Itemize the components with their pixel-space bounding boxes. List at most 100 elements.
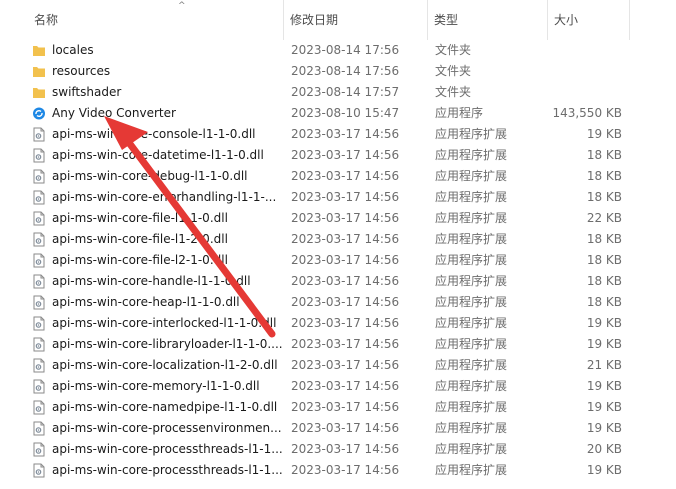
dll-icon — [32, 358, 46, 373]
file-row[interactable]: api-ms-win-core-processenvironmen... 2023… — [28, 418, 628, 439]
file-name: api-ms-win-core-memory-l1-1-0.dll — [52, 379, 260, 393]
file-size — [528, 82, 622, 103]
file-size: 19 KB — [586, 463, 622, 477]
file-modified-date: 2023-03-17 14:56 — [291, 190, 400, 204]
folder-icon — [32, 85, 46, 100]
file-row[interactable]: api-ms-win-core-debug-l1-1-0.dll 2023-03-… — [28, 166, 628, 187]
file-size: 18 KB — [586, 274, 622, 288]
column-header-type[interactable]: 类型 — [428, 0, 548, 40]
file-name: locales — [52, 43, 94, 57]
file-size: 22 KB — [586, 211, 622, 225]
file-name: api-ms-win-core-processthreads-l1-1... — [52, 442, 283, 456]
file-modified-date: 2023-03-17 14:56 — [291, 211, 400, 225]
file-modified-date: 2023-03-17 14:56 — [291, 358, 400, 372]
file-name: api-ms-win-core-handle-l1-1-0.dll — [52, 274, 251, 288]
file-row[interactable]: api-ms-win-core-processthreads-l1-1... 20… — [28, 460, 628, 481]
file-size: 19 KB — [586, 379, 622, 393]
file-row[interactable]: locales 2023-08-14 17:56 文件夹 — [28, 40, 628, 61]
file-size: 20 KB — [586, 442, 622, 456]
column-header-size-label: 大小 — [554, 13, 579, 27]
file-modified-date: 2023-08-10 15:47 — [291, 106, 400, 120]
file-modified-date: 2023-03-17 14:56 — [291, 127, 400, 141]
file-row[interactable]: api-ms-win-core-namedpipe-l1-1-0.dll 2023… — [28, 397, 628, 418]
file-size — [528, 40, 622, 61]
dll-icon — [32, 316, 46, 331]
file-name: api-ms-win-core-datetime-l1-1-0.dll — [52, 148, 264, 162]
file-modified-date: 2023-03-17 14:56 — [291, 421, 400, 435]
dll-icon — [32, 127, 46, 142]
file-modified-date: 2023-03-17 14:56 — [291, 316, 400, 330]
app-icon — [32, 106, 46, 121]
column-header-date[interactable]: 修改日期 — [284, 0, 428, 40]
file-row[interactable]: swiftshader 2023-08-14 17:57 文件夹 — [28, 82, 628, 103]
file-modified-date: 2023-03-17 14:56 — [291, 232, 400, 246]
dll-icon — [32, 274, 46, 289]
file-row[interactable]: api-ms-win-core-console-l1-1-0.dll 2023-0… — [28, 124, 628, 145]
file-modified-date: 2023-03-17 14:56 — [291, 148, 400, 162]
file-modified-date: 2023-03-17 14:56 — [291, 337, 400, 351]
file-name: api-ms-win-core-debug-l1-1-0.dll — [52, 169, 248, 183]
folder-icon — [32, 64, 46, 79]
file-row[interactable]: api-ms-win-core-file-l1-1-0.dll 2023-03-1… — [28, 208, 628, 229]
file-size: 19 KB — [586, 421, 622, 435]
dll-icon — [32, 148, 46, 163]
file-row[interactable]: api-ms-win-core-processthreads-l1-1... 20… — [28, 439, 628, 460]
file-modified-date: 2023-03-17 14:56 — [291, 442, 400, 456]
file-row[interactable]: api-ms-win-core-memory-l1-1-0.dll 2023-03… — [28, 376, 628, 397]
file-modified-date: 2023-03-17 14:56 — [291, 169, 400, 183]
file-modified-date: 2023-03-17 14:56 — [291, 253, 400, 267]
file-name: api-ms-win-core-file-l1-1-0.dll — [52, 211, 228, 225]
dll-icon — [32, 211, 46, 226]
dll-icon — [32, 295, 46, 310]
file-name: api-ms-win-core-interlocked-l1-1-0.dll — [52, 316, 277, 330]
file-row[interactable]: api-ms-win-core-handle-l1-1-0.dll 2023-03… — [28, 271, 628, 292]
file-row[interactable]: api-ms-win-core-errorhandling-l1-1-... 20… — [28, 187, 628, 208]
dll-icon — [32, 190, 46, 205]
file-row[interactable]: api-ms-win-core-libraryloader-l1-1-0....… — [28, 334, 628, 355]
file-size: 143,550 KB — [552, 106, 622, 120]
file-modified-date: 2023-08-14 17:57 — [291, 85, 400, 99]
dll-icon — [32, 253, 46, 268]
file-modified-date: 2023-03-17 14:56 — [291, 463, 400, 477]
file-name: api-ms-win-core-processenvironmen... — [52, 421, 282, 435]
file-row[interactable]: api-ms-win-core-datetime-l1-1-0.dll 2023-… — [28, 145, 628, 166]
file-row[interactable]: Any Video Converter 2023-08-10 15:47 应用程序 1… — [28, 103, 628, 124]
file-size: 18 KB — [586, 232, 622, 246]
file-name: resources — [52, 64, 111, 78]
file-row[interactable]: api-ms-win-core-file-l1-2-0.dll 2023-03-1… — [28, 229, 628, 250]
dll-icon — [32, 169, 46, 184]
dll-icon — [32, 232, 46, 247]
file-row[interactable]: resources 2023-08-14 17:56 文件夹 — [28, 61, 628, 82]
file-size: 19 KB — [586, 400, 622, 414]
file-name: api-ms-win-core-namedpipe-l1-1-0.dll — [52, 400, 278, 414]
dll-icon — [32, 421, 46, 436]
file-row[interactable]: api-ms-win-core-localization-l1-2-0.dll 2… — [28, 355, 628, 376]
file-name: api-ms-win-core-processthreads-l1-1... — [52, 463, 283, 477]
folder-icon — [32, 43, 46, 58]
column-header-name-label: 名称 — [34, 13, 59, 27]
column-header-size[interactable]: 大小 — [548, 0, 630, 40]
file-modified-date: 2023-03-17 14:56 — [291, 295, 400, 309]
file-name: api-ms-win-core-localization-l1-2-0.dll — [52, 358, 278, 372]
sort-ascending-icon: ^ — [178, 1, 186, 11]
file-modified-date: 2023-03-17 14:56 — [291, 274, 400, 288]
file-modified-date: 2023-08-14 17:56 — [291, 43, 400, 57]
file-size: 19 KB — [586, 316, 622, 330]
file-size — [528, 61, 622, 82]
dll-icon — [32, 379, 46, 394]
dll-icon — [32, 442, 46, 457]
dll-icon — [32, 400, 46, 415]
file-row[interactable]: api-ms-win-core-file-l2-1-0.dll 2023-03-1… — [28, 250, 628, 271]
file-name: api-ms-win-core-file-l1-2-0.dll — [52, 232, 228, 246]
file-name: swiftshader — [52, 85, 122, 99]
file-size: 18 KB — [586, 148, 622, 162]
column-header-name[interactable]: 名称 ^ — [28, 0, 284, 40]
file-name: api-ms-win-core-console-l1-1-0.dll — [52, 127, 256, 141]
file-size: 18 KB — [586, 169, 622, 183]
file-row[interactable]: api-ms-win-core-interlocked-l1-1-0.dll 20… — [28, 313, 628, 334]
file-row[interactable]: api-ms-win-core-heap-l1-1-0.dll 2023-03-1… — [28, 292, 628, 313]
file-name: api-ms-win-core-errorhandling-l1-1-... — [52, 190, 277, 204]
file-modified-date: 2023-08-14 17:56 — [291, 64, 400, 78]
dll-icon — [32, 337, 46, 352]
file-size: 18 KB — [586, 295, 622, 309]
